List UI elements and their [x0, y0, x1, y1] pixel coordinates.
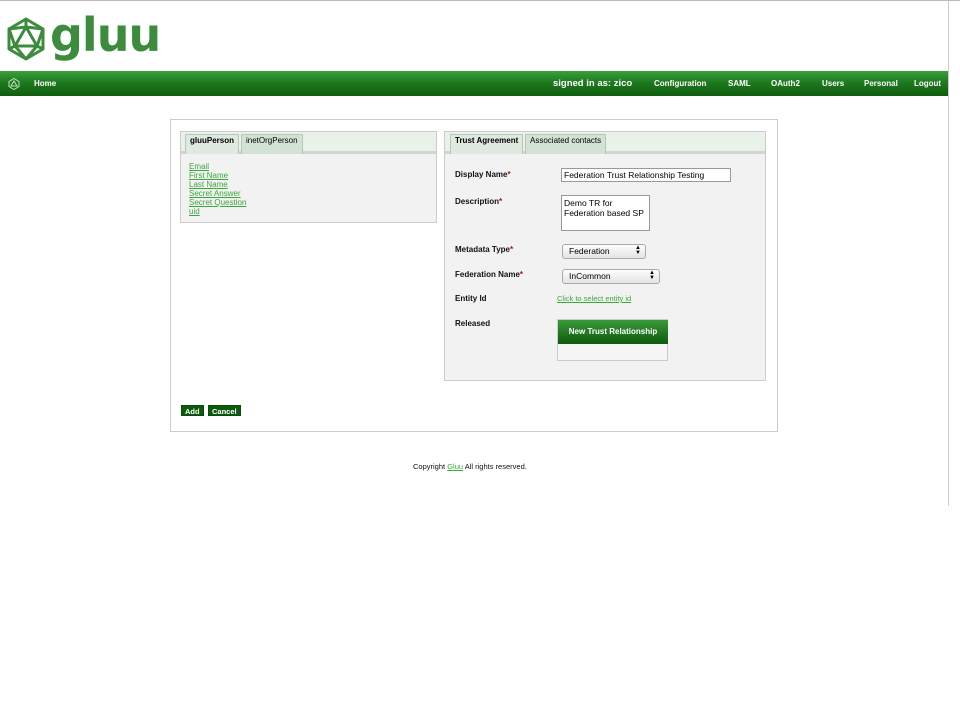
- top-navbar: Home signed in as: zico Configuration SA…: [0, 71, 948, 96]
- display-name-field[interactable]: Federation Trust Relationship Testing: [561, 168, 731, 182]
- required-mark: *: [507, 170, 511, 179]
- select-entity-id-link[interactable]: Click to select entity id: [557, 294, 631, 303]
- nav-configuration[interactable]: Configuration: [654, 79, 706, 88]
- attribute-link-last-name[interactable]: Last Name: [189, 180, 246, 189]
- gluu-footer-link[interactable]: Gluu: [447, 462, 463, 471]
- attribute-tabbar: gluuPerson inetOrgPerson: [181, 132, 436, 154]
- attribute-panel: gluuPerson inetOrgPerson Email First Nam…: [180, 131, 437, 223]
- signed-in-as: signed in as: zico: [553, 78, 633, 89]
- display-name-label-text: Display Name: [455, 170, 508, 179]
- tab-associated-contacts[interactable]: Associated contacts: [525, 134, 607, 154]
- trust-tabbar: Trust Agreement Associated contacts: [445, 132, 765, 154]
- nav-personal[interactable]: Personal: [864, 79, 898, 88]
- attribute-link-secret-question[interactable]: Secret Question: [189, 198, 246, 207]
- description-field[interactable]: Demo TR for Federation based SP: [561, 195, 650, 231]
- nav-logout[interactable]: Logout: [914, 79, 941, 88]
- metadata-type-select[interactable]: Federation ▲ ▼: [562, 244, 646, 259]
- nav-home[interactable]: Home: [34, 79, 56, 88]
- gluu-logo[interactable]: gluu: [6, 8, 161, 65]
- required-mark: *: [519, 270, 524, 279]
- nav-saml[interactable]: SAML: [728, 79, 751, 88]
- federation-name-label: Federation Name*: [455, 270, 523, 279]
- tab-trust-agreement[interactable]: Trust Agreement: [450, 134, 524, 154]
- attribute-link-first-name[interactable]: First Name: [189, 171, 246, 180]
- tab-gluuperson[interactable]: gluuPerson: [185, 134, 240, 154]
- nav-users[interactable]: Users: [822, 79, 844, 88]
- released-label: Released: [455, 319, 491, 328]
- tab-inetorgperson[interactable]: inetOrgPerson: [241, 134, 303, 154]
- entity-id-label: Entity Id: [455, 294, 487, 303]
- metadata-type-label: Metadata Type*: [455, 245, 513, 254]
- new-trust-relationship-button[interactable]: New Trust Relationship: [558, 320, 668, 344]
- select-arrows-icon: ▲ ▼: [635, 245, 641, 256]
- cancel-button[interactable]: Cancel: [208, 405, 241, 416]
- metadata-type-label-text: Metadata Type: [455, 245, 510, 254]
- add-button[interactable]: Add: [181, 405, 204, 416]
- display-name-label: Display Name*: [455, 170, 511, 179]
- federation-name-value: InCommon: [569, 271, 611, 281]
- icosahedron-logo-icon: [7, 17, 45, 61]
- federation-name-select[interactable]: InCommon ▲ ▼: [562, 269, 660, 284]
- top-rule: [0, 0, 960, 1]
- page-scroll-edge: [948, 1, 949, 506]
- copyright-text: Copyright: [413, 462, 446, 471]
- required-mark: *: [509, 245, 514, 254]
- required-mark: *: [499, 197, 503, 206]
- footer-copyright: Copyright Gluu All rights reserved.: [413, 462, 527, 471]
- select-arrows-icon: ▲ ▼: [649, 270, 655, 281]
- attribute-link-email[interactable]: Email: [189, 162, 246, 171]
- attribute-link-secret-answer[interactable]: Secret Answer: [189, 189, 246, 198]
- metadata-type-value: Federation: [569, 246, 610, 256]
- nav-oauth2[interactable]: OAuth2: [771, 79, 800, 88]
- federation-name-label-text: Federation Name: [455, 270, 520, 279]
- rights-text: All rights reserved.: [464, 462, 527, 471]
- description-label-text: Description: [455, 197, 500, 206]
- attribute-link-uid[interactable]: uid: [189, 207, 246, 216]
- logo-text: gluu: [50, 8, 161, 62]
- description-label: Description*: [455, 197, 502, 206]
- gluu-small-icon[interactable]: [8, 78, 20, 90]
- released-attributes-box: New Trust Relationship: [557, 319, 668, 361]
- attribute-list: Email First Name Last Name Secret Answer…: [189, 162, 246, 216]
